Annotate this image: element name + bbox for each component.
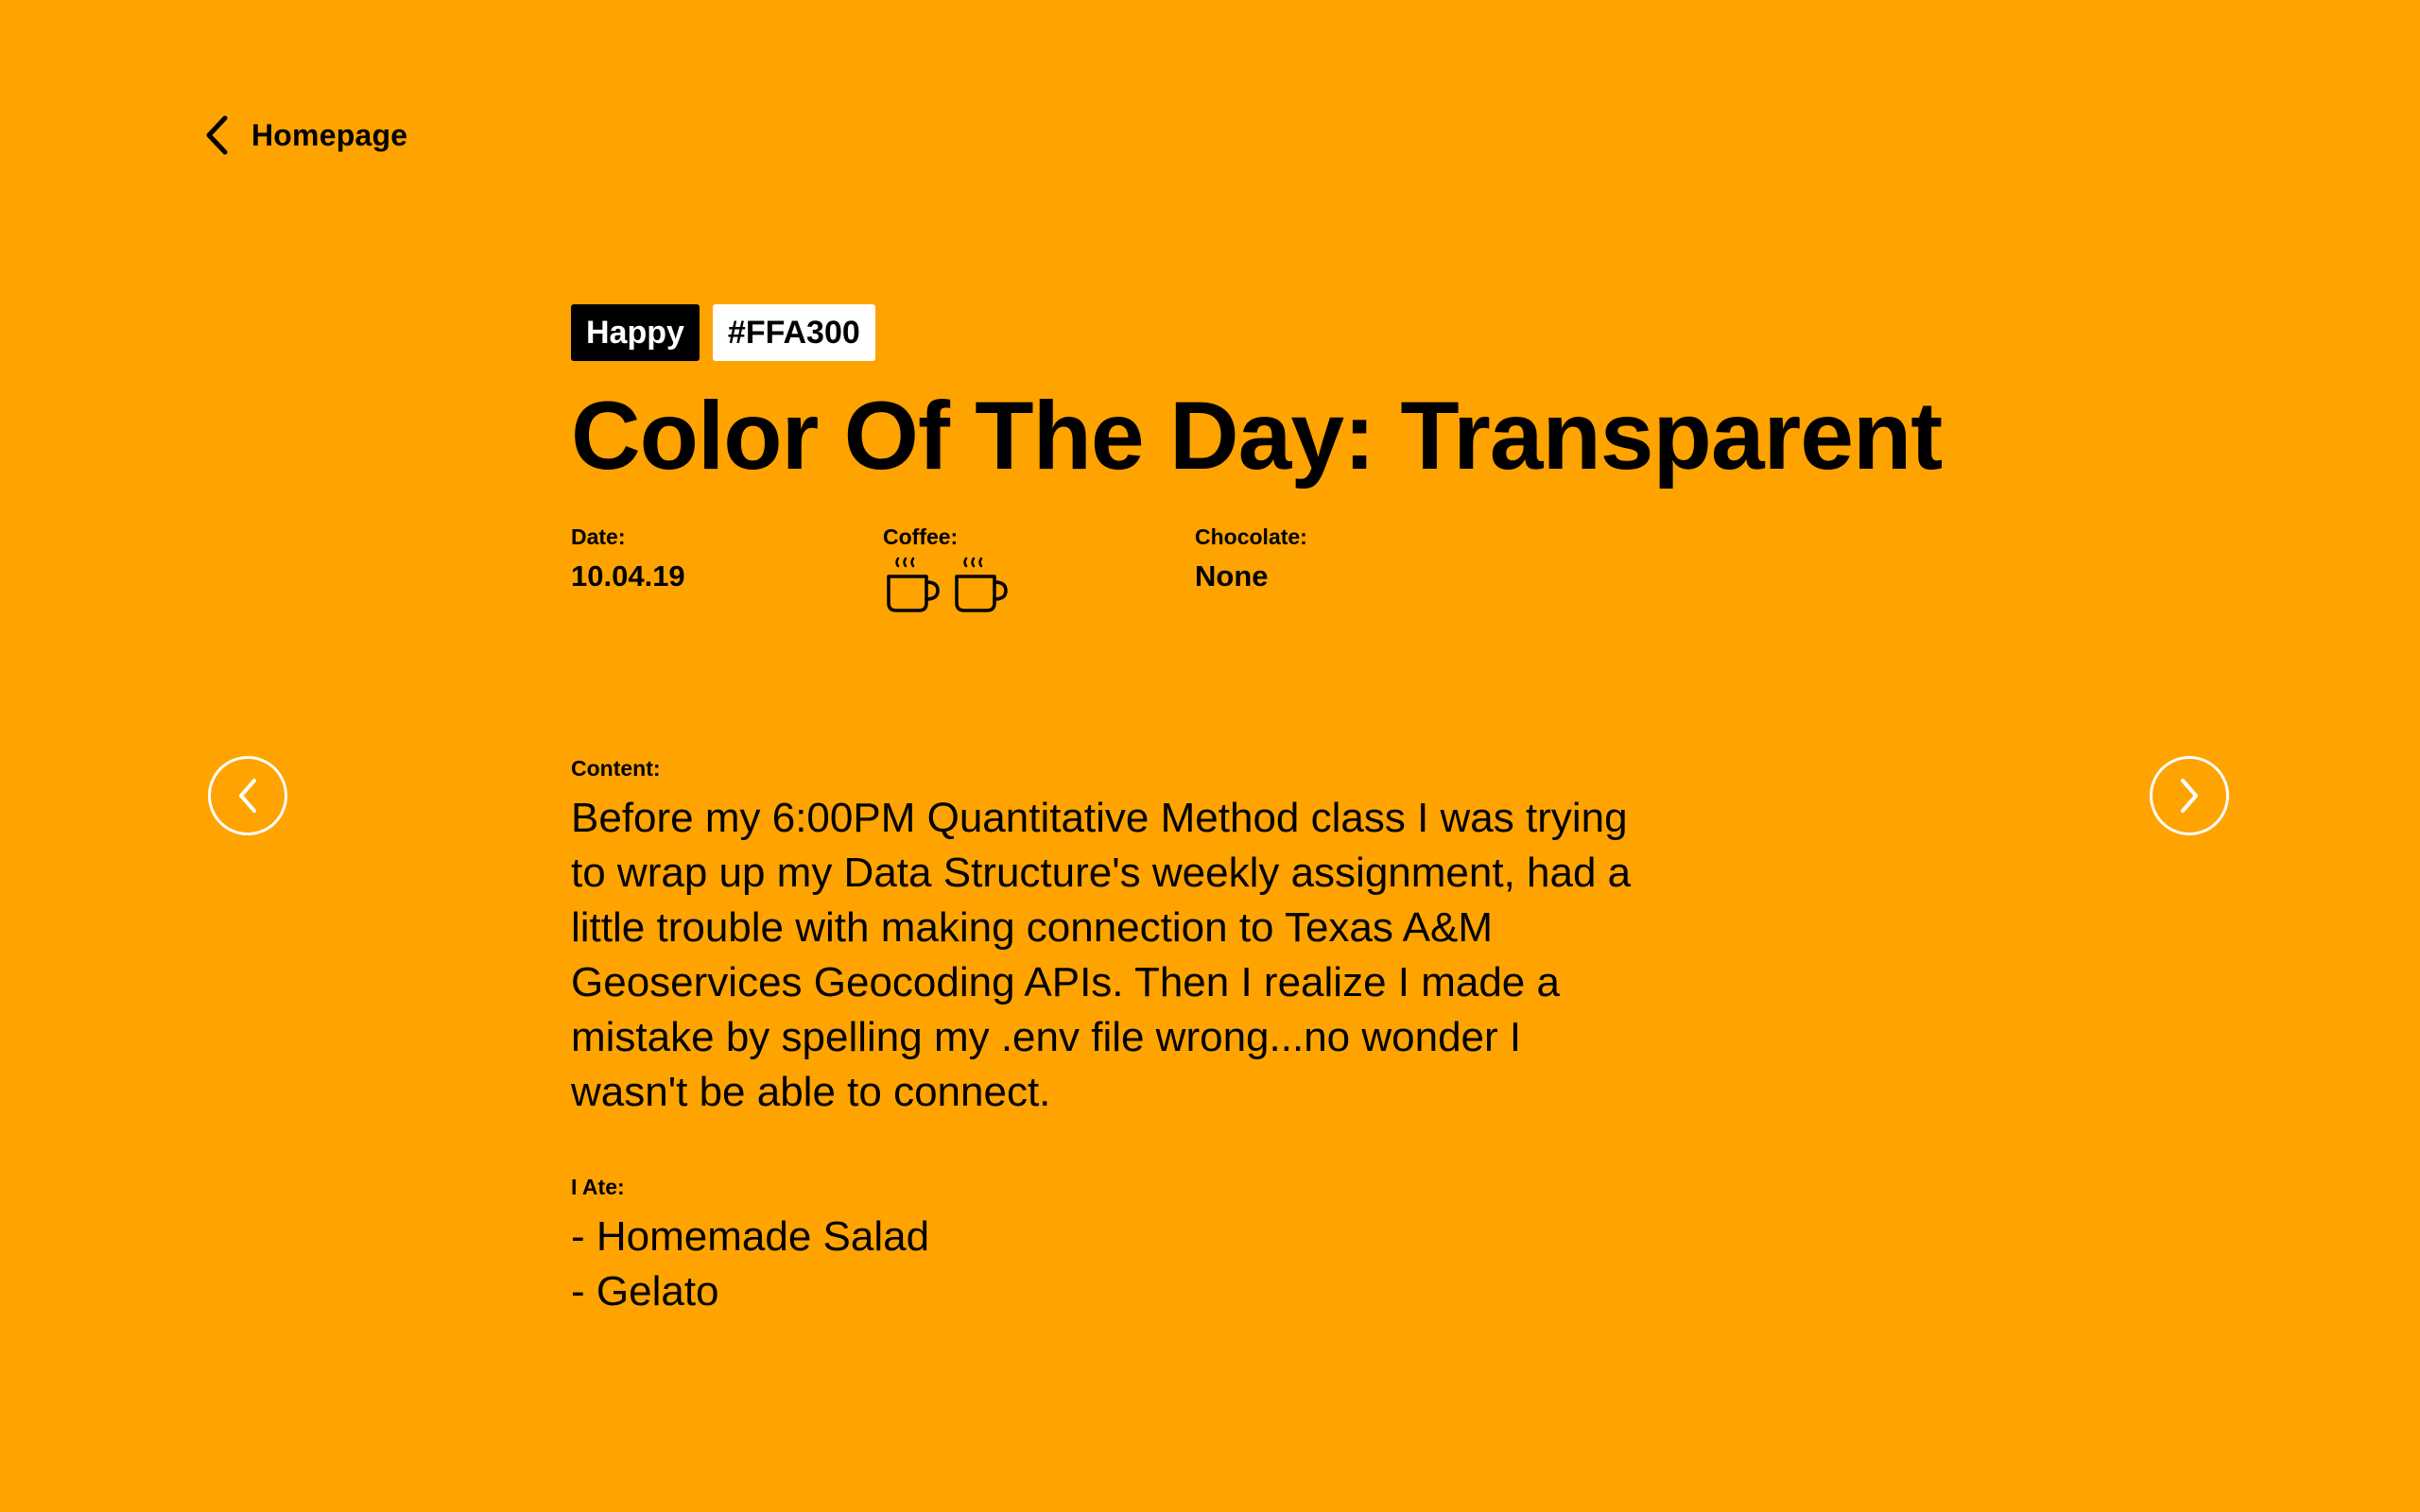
arrow-left-icon [233,777,262,815]
homepage-back-link[interactable]: Homepage [204,112,407,159]
back-link-label: Homepage [251,117,408,152]
coffee-cups [883,556,1195,619]
ate-section: I Ate: - Homemade Salad - Gelato [571,1175,1639,1319]
content-section: Content: Before my 6:00PM Quantitative M… [571,756,1639,1120]
hex-color-tag: #FFA300 [712,304,875,361]
coffee-cup-icon [883,556,942,619]
ate-label: I Ate: [571,1175,625,1199]
page-title: Color Of The Day: Transparent [571,382,1943,490]
ate-item: - Gelato [571,1268,719,1314]
chocolate-label: Chocolate: [1195,524,1307,550]
tag-row: Happy #FFA300 [571,304,1989,361]
chevron-left-icon [204,115,229,155]
date-label: Date: [571,524,626,550]
next-entry-button[interactable] [2150,756,2229,835]
entry-header: Happy #FFA300 Color Of The Day: Transpar… [571,304,1989,619]
content-text: Before my 6:00PM Quantitative Method cla… [571,795,1632,1115]
meta-coffee: Coffee: [883,524,1195,619]
ate-item: - Homemade Salad [571,1213,930,1260]
ate-list: - Homemade Salad - Gelato [571,1210,1639,1319]
coffee-label: Coffee: [883,524,959,550]
content-label: Content: [571,756,661,781]
mood-tag: Happy [571,304,700,361]
meta-chocolate: Chocolate: None [1195,524,1507,619]
previous-entry-button[interactable] [208,756,287,835]
meta-date: Date: 10.04.19 [571,524,883,619]
entry-meta: Date: 10.04.19 Coffee: Chocolate: None [571,524,1989,619]
coffee-cup-icon [951,556,1010,619]
date-value: 10.04.19 [571,559,685,593]
chocolate-value: None [1195,559,1269,593]
arrow-right-icon [2175,777,2204,815]
